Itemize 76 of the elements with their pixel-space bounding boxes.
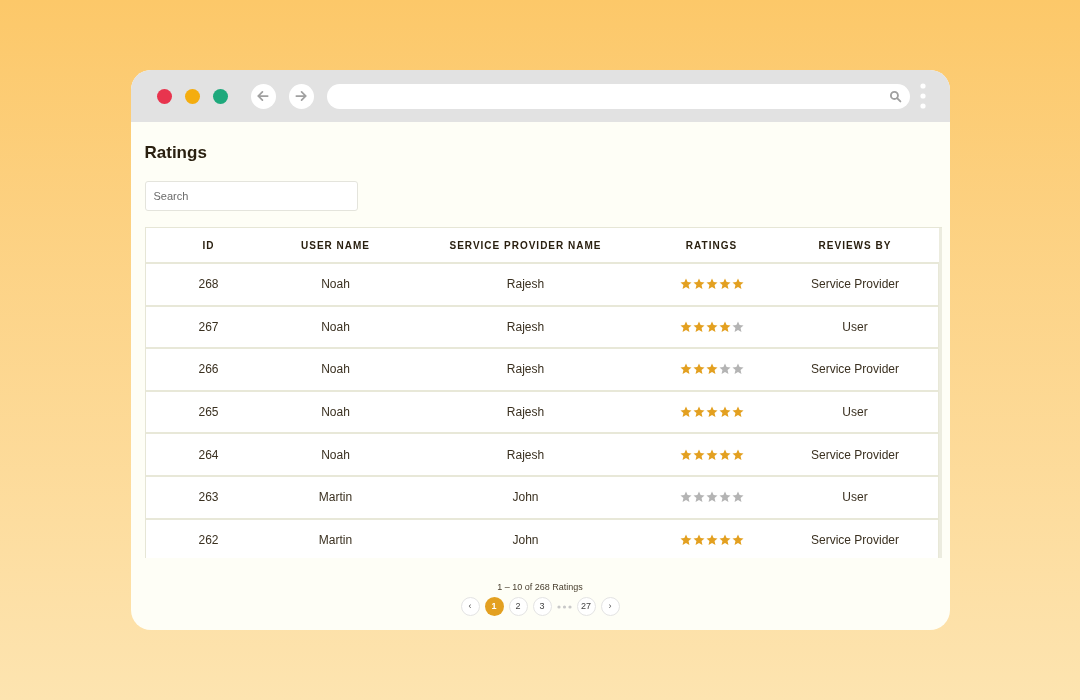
table-cell-text: Rajesh: [505, 276, 546, 294]
forward-button[interactable]: [288, 83, 314, 109]
filled-star-icon: [731, 278, 744, 291]
table-cell-text: User: [841, 489, 869, 507]
filled-star-icon: [705, 363, 718, 376]
menu-icon[interactable]: [919, 83, 926, 109]
table-cell-text: Rajesh: [505, 361, 546, 379]
filled-star-icon: [705, 448, 718, 461]
table-cell-text: Noah: [320, 446, 351, 464]
filled-star-icon: [679, 363, 692, 376]
filled-star-icon: [692, 320, 705, 333]
table-cell-text: Noah: [320, 276, 351, 294]
filled-star-icon: [692, 448, 705, 461]
filled-star-icon: [718, 278, 731, 291]
page-button[interactable]: 27: [576, 597, 596, 616]
column-header: REVIEWS BY: [817, 238, 893, 253]
filled-star-icon: [692, 533, 705, 546]
filled-star-icon: [731, 448, 744, 461]
pagination-summary: 1 – 10 of 268 Ratings: [497, 581, 583, 593]
filled-star-icon: [718, 448, 731, 461]
table-cell-text: User: [841, 318, 869, 336]
table-cell-text: Service Provider: [810, 531, 900, 549]
filled-star-icon: [692, 363, 705, 376]
table-cell-text: Rajesh: [505, 318, 546, 336]
filled-star-icon: [705, 406, 718, 419]
filled-star-icon: [731, 406, 744, 419]
column-header: RATINGS: [684, 238, 739, 253]
table-cell-text: 266: [197, 361, 220, 379]
table-cell-text: Martin: [317, 531, 354, 549]
filled-star-icon: [692, 406, 705, 419]
back-arrow-icon: [256, 89, 270, 103]
table-cell-text: Martin: [317, 489, 354, 507]
table-cell-text: 267: [197, 318, 220, 336]
page-button[interactable]: 2: [508, 597, 528, 616]
filled-star-icon: [731, 533, 744, 546]
table-cell-text: 263: [197, 489, 220, 507]
table-cell-text: Service Provider: [810, 446, 900, 464]
table-cell-text: Service Provider: [810, 276, 900, 294]
previous-page-button[interactable]: ‹: [460, 597, 480, 616]
page-button[interactable]: 3: [532, 597, 552, 616]
table-cell-text: Rajesh: [505, 446, 546, 464]
search-field[interactable]: Search: [144, 181, 358, 211]
table-cell-text: 262: [197, 531, 220, 549]
filled-star-icon: [718, 533, 731, 546]
filled-star-icon: [705, 320, 718, 333]
filled-star-icon: [679, 533, 692, 546]
filled-star-icon: [718, 406, 731, 419]
column-header: ID: [201, 238, 216, 253]
filled-star-icon: [679, 448, 692, 461]
table-cell-text: Service Provider: [810, 361, 900, 379]
table-cell-text: 264: [197, 446, 220, 464]
column-header: USER NAME: [300, 238, 371, 253]
forward-arrow-icon: [294, 89, 308, 103]
next-page-button[interactable]: ›: [600, 597, 620, 616]
address-bar[interactable]: [326, 83, 910, 109]
filled-star-icon: [679, 406, 692, 419]
page-title: Ratings: [144, 142, 208, 164]
column-header: SERVICE PROVIDER NAME: [448, 238, 603, 253]
table-cell-text: Noah: [320, 318, 351, 336]
table-cell-text: John: [511, 489, 540, 507]
filled-star-icon: [679, 320, 692, 333]
filled-star-icon: [705, 278, 718, 291]
ellipsis-icon: [556, 604, 572, 609]
filled-star-icon: [705, 533, 718, 546]
table-cell-text: Noah: [320, 404, 351, 422]
table-cell-text: Noah: [320, 361, 351, 379]
table-cell-text: 265: [197, 404, 220, 422]
table-cell-text: 268: [197, 276, 220, 294]
filled-star-icon: [679, 278, 692, 291]
filled-star-icon: [718, 320, 731, 333]
filled-star-icon: [692, 278, 705, 291]
table-cell-text: John: [511, 531, 540, 549]
table-cell-text: Rajesh: [505, 404, 546, 422]
search-icon: [888, 89, 902, 103]
table-cell-text: User: [841, 404, 869, 422]
back-button[interactable]: [250, 83, 276, 109]
